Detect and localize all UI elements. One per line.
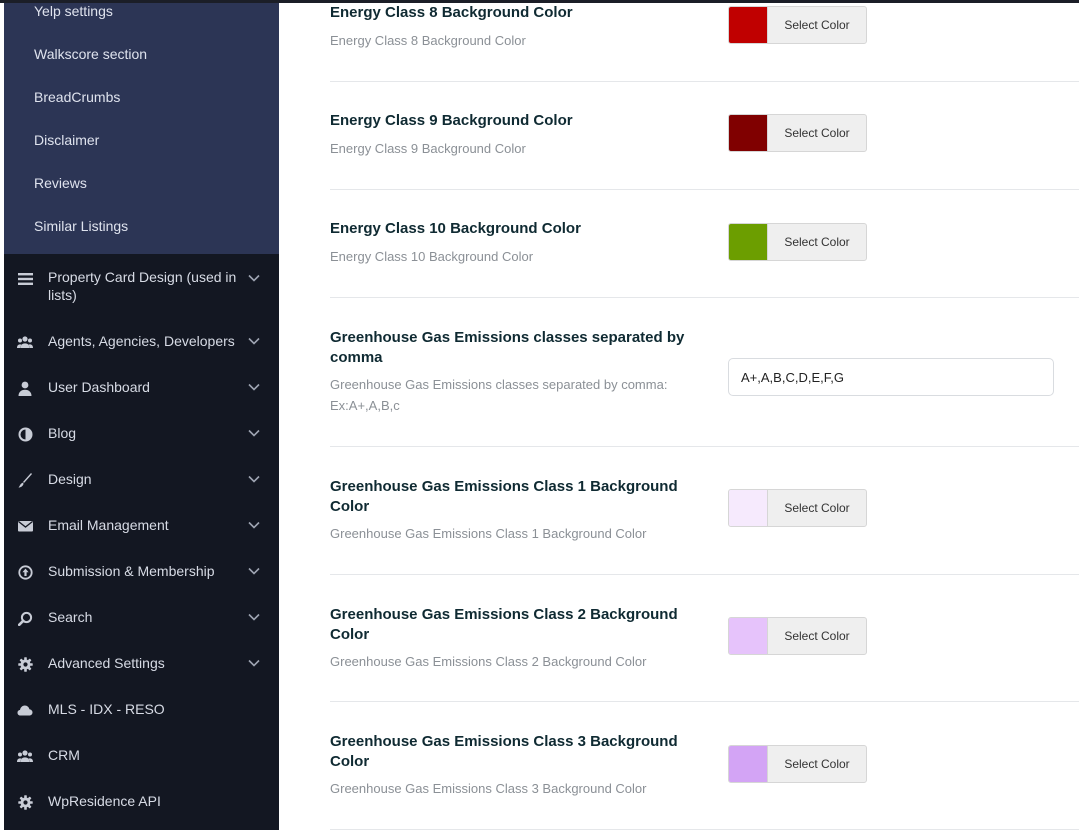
setting-row-ghg-class-3-bg-color: Greenhouse Gas Emissions Class 3 Backgro… xyxy=(330,702,1079,830)
sidebar-item-search[interactable]: Search xyxy=(4,608,279,628)
color-picker-button[interactable]: Select Color xyxy=(728,489,867,527)
submenu-item-breadcrumbs[interactable]: BreadCrumbs xyxy=(34,89,120,105)
submenu-item-disclaimer[interactable]: Disclaimer xyxy=(34,132,99,148)
sidebar-item-label: MLS - IDX - RESO xyxy=(48,701,165,717)
admin-sidebar: Yelp settings Walkscore section BreadCru… xyxy=(4,0,279,830)
sidebar-item-label: Submission & Membership xyxy=(48,563,215,579)
sidebar-item-mls-idx-reso[interactable]: MLS - IDX - RESO xyxy=(4,700,279,720)
chevron-down-icon xyxy=(247,271,261,285)
chevron-down-icon xyxy=(247,564,261,578)
setting-description: Greenhouse Gas Emissions Class 2 Backgro… xyxy=(330,654,647,669)
chevron-down-icon xyxy=(247,656,261,670)
list-icon xyxy=(17,271,33,287)
setting-title: Greenhouse Gas Emissions Class 1 Backgro… xyxy=(330,478,678,515)
color-swatch xyxy=(729,490,768,526)
setting-title: Greenhouse Gas Emissions classes separat… xyxy=(330,329,685,366)
submenu-item-yelp-settings[interactable]: Yelp settings xyxy=(34,3,113,19)
setting-description: Greenhouse Gas Emissions Class 1 Backgro… xyxy=(330,526,647,541)
setting-title: Greenhouse Gas Emissions Class 2 Backgro… xyxy=(330,606,678,643)
sidebar-item-label: WpResidence API xyxy=(48,793,161,809)
sidebar-item-email-management[interactable]: Email Management xyxy=(4,516,279,536)
upload-circle-icon xyxy=(17,564,33,580)
window-top-border xyxy=(0,0,1079,3)
setting-description: Energy Class 8 Background Color xyxy=(330,33,526,48)
color-picker-button[interactable]: Select Color xyxy=(728,223,867,261)
chevron-down-icon xyxy=(247,472,261,486)
chevron-down-icon xyxy=(247,518,261,532)
sidebar-item-user-dashboard[interactable]: User Dashboard xyxy=(4,378,279,398)
chevron-down-icon xyxy=(247,334,261,348)
select-color-label: Select Color xyxy=(784,501,850,515)
setting-title: Energy Class 10 Background Color xyxy=(330,220,581,237)
sidebar-item-crm[interactable]: CRM xyxy=(4,746,279,766)
sidebar-item-submission-membership[interactable]: Submission & Membership xyxy=(4,562,279,582)
user-icon xyxy=(17,380,33,396)
color-picker-button[interactable]: Select Color xyxy=(728,114,867,152)
sidebar-item-label: Design xyxy=(48,471,92,487)
color-swatch xyxy=(729,618,768,654)
select-color-label: Select Color xyxy=(784,18,850,32)
search-icon xyxy=(17,610,33,626)
brush-icon xyxy=(17,472,33,488)
settings-content: Energy Class 8 Background Color Energy C… xyxy=(279,0,1079,830)
setting-row-ghg-class-2-bg-color: Greenhouse Gas Emissions Class 2 Backgro… xyxy=(330,575,1079,702)
sidebar-item-label: Email Management xyxy=(48,517,169,533)
color-swatch xyxy=(729,115,768,151)
chevron-down-icon xyxy=(247,380,261,394)
select-color-label: Select Color xyxy=(784,126,850,140)
sidebar-item-advanced-settings[interactable]: Advanced Settings xyxy=(4,654,279,674)
sidebar-item-label: Property Card Design (used in lists) xyxy=(48,269,237,303)
submenu-item-walkscore-section[interactable]: Walkscore section xyxy=(34,46,147,62)
setting-description: Energy Class 10 Background Color xyxy=(330,249,534,264)
sidebar-item-label: Advanced Settings xyxy=(48,655,165,671)
setting-title: Energy Class 8 Background Color xyxy=(330,4,573,21)
color-picker-button[interactable]: Select Color xyxy=(728,745,867,783)
chevron-down-icon xyxy=(247,610,261,624)
sidebar-item-label: CRM xyxy=(48,747,80,763)
gear-icon xyxy=(17,794,33,810)
chevron-down-icon xyxy=(247,426,261,440)
half-circle-icon xyxy=(17,426,33,442)
sidebar-item-label: Blog xyxy=(48,425,77,441)
select-color-label: Select Color xyxy=(784,629,850,643)
setting-title: Greenhouse Gas Emissions Class 3 Backgro… xyxy=(330,733,678,770)
sidebar-item-property-card-design[interactable]: Property Card Design (used in lists) xyxy=(4,268,279,308)
color-picker-button[interactable]: Select Color xyxy=(728,6,867,44)
setting-row-ghg-class-1-bg-color: Greenhouse Gas Emissions Class 1 Backgro… xyxy=(330,447,1079,575)
submenu-item-similar-listings[interactable]: Similar Listings xyxy=(34,218,128,234)
users-icon xyxy=(17,334,33,350)
envelope-icon xyxy=(17,518,33,534)
cloud-icon xyxy=(17,702,33,718)
users-icon xyxy=(17,748,33,764)
color-swatch xyxy=(729,746,768,782)
submenu-item-reviews[interactable]: Reviews xyxy=(34,175,87,191)
sidebar-item-label: Agents, Agencies, Developers xyxy=(48,333,235,349)
setting-title: Energy Class 9 Background Color xyxy=(330,112,573,129)
sidebar-item-wpresidence-api[interactable]: WpResidence API xyxy=(4,792,279,812)
setting-description: Energy Class 9 Background Color xyxy=(330,141,526,156)
select-color-label: Select Color xyxy=(784,757,850,771)
sidebar-item-label: User Dashboard xyxy=(48,379,150,395)
sidebar-item-label: Search xyxy=(48,609,93,625)
gear-icon xyxy=(17,656,33,672)
setting-row-energy-class-9-bg-color: Energy Class 9 Background Color Energy C… xyxy=(330,82,1079,190)
setting-row-ghg-classes: Greenhouse Gas Emissions classes separat… xyxy=(330,298,1079,447)
color-picker-button[interactable]: Select Color xyxy=(728,617,867,655)
select-color-label: Select Color xyxy=(784,235,850,249)
sidebar-submenu: Yelp settings Walkscore section BreadCru… xyxy=(4,0,279,254)
setting-row-energy-class-8-bg-color: Energy Class 8 Background Color Energy C… xyxy=(330,0,1079,82)
setting-description: Greenhouse Gas Emissions classes separat… xyxy=(330,377,668,413)
sidebar-item-blog[interactable]: Blog xyxy=(4,424,279,444)
sidebar-item-agents-agencies-developers[interactable]: Agents, Agencies, Developers xyxy=(4,332,279,352)
color-swatch xyxy=(729,7,768,43)
setting-description: Greenhouse Gas Emissions Class 3 Backgro… xyxy=(330,781,647,796)
ghg-classes-input[interactable] xyxy=(728,358,1054,396)
sidebar-item-design[interactable]: Design xyxy=(4,470,279,490)
color-swatch xyxy=(729,224,768,260)
setting-row-energy-class-10-bg-color: Energy Class 10 Background Color Energy … xyxy=(330,190,1079,298)
